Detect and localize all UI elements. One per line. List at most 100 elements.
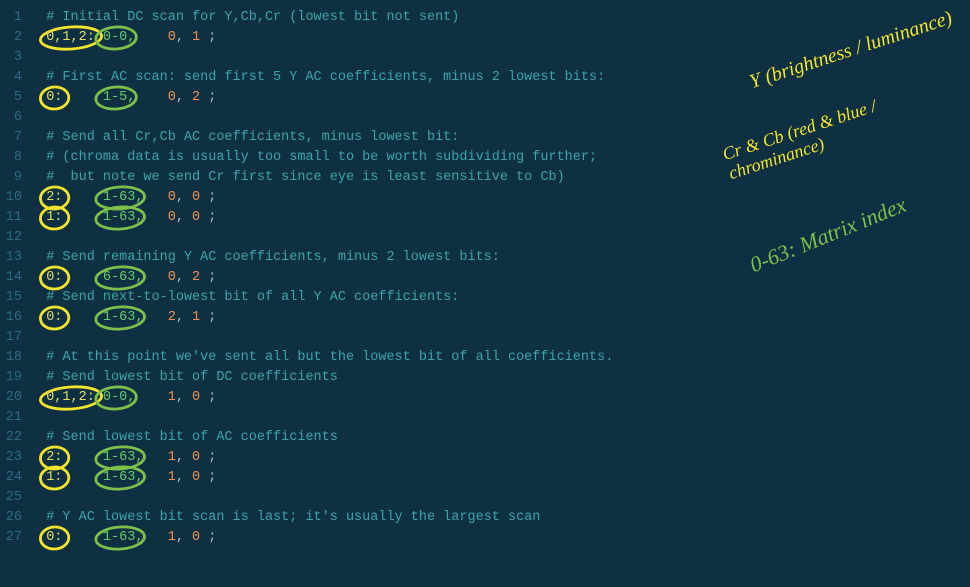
- coefficient-range: 1-63,: [103, 470, 168, 485]
- bit-param-a: 0: [168, 210, 176, 225]
- code-line: 8 # (chroma data is usually too small to…: [0, 148, 720, 168]
- code-content: 0: 1-5, 0, 2 ;: [30, 88, 216, 108]
- statement-end: ;: [200, 270, 216, 285]
- bit-param-b: 1: [192, 310, 200, 325]
- line-number: 2: [0, 28, 30, 48]
- code-line: 4 # First AC scan: send first 5 Y AC coe…: [0, 68, 720, 88]
- line-number: 24: [0, 468, 30, 488]
- component-list: 0:: [30, 90, 103, 105]
- line-number: 10: [0, 188, 30, 208]
- coefficient-range: 1-63,: [103, 210, 168, 225]
- line-number: 17: [0, 328, 30, 348]
- code-line: 16 0: 1-63, 2, 1 ;: [0, 308, 720, 328]
- bit-param-a: 1: [168, 530, 176, 545]
- line-number: 20: [0, 388, 30, 408]
- code-content: 2: 1-63, 1, 0 ;: [30, 448, 216, 468]
- code-line: 23 2: 1-63, 1, 0 ;: [0, 448, 720, 468]
- code-line: 15 # Send next-to-lowest bit of all Y AC…: [0, 288, 720, 308]
- code-line: 20 0,1,2: 0-0, 1, 0 ;: [0, 388, 720, 408]
- coefficient-range: 1-63,: [103, 450, 168, 465]
- statement-end: ;: [200, 30, 216, 45]
- component-list: 0:: [30, 530, 103, 545]
- coefficient-range: 1-5,: [103, 90, 168, 105]
- annotation-matrix-index: 0-63: Matrix index: [747, 195, 909, 276]
- component-list: 0,1,2:: [30, 30, 103, 45]
- comment-text: # but note we send Cr first since eye is…: [30, 170, 565, 185]
- bit-param-a: 0: [168, 30, 176, 45]
- code-content: 0: 1-63, 2, 1 ;: [30, 308, 216, 328]
- code-content: # but note we send Cr first since eye is…: [30, 168, 565, 188]
- bit-param-b: 0: [192, 210, 200, 225]
- code-content: 0: 1-63, 1, 0 ;: [30, 528, 216, 548]
- statement-end: ;: [200, 390, 216, 405]
- line-number: 15: [0, 288, 30, 308]
- code-line: 26 # Y AC lowest bit scan is last; it's …: [0, 508, 720, 528]
- code-line: 24 1: 1-63, 1, 0 ;: [0, 468, 720, 488]
- separator: ,: [176, 30, 192, 45]
- comment-text: # Send all Cr,Cb AC coefficients, minus …: [30, 130, 459, 145]
- code-line: 18 # At this point we've sent all but th…: [0, 348, 720, 368]
- line-number: 11: [0, 208, 30, 228]
- code-line: 1 # Initial DC scan for Y,Cb,Cr (lowest …: [0, 8, 720, 28]
- bit-param-b: 2: [192, 90, 200, 105]
- code-line: 5 0: 1-5, 0, 2 ;: [0, 88, 720, 108]
- code-line: 10 2: 1-63, 0, 0 ;: [0, 188, 720, 208]
- statement-end: ;: [200, 90, 216, 105]
- code-content: # At this point we've sent all but the l…: [30, 348, 613, 368]
- comment-text: # First AC scan: send first 5 Y AC coeff…: [30, 70, 605, 85]
- statement-end: ;: [200, 210, 216, 225]
- code-line: 22 # Send lowest bit of AC coefficients: [0, 428, 720, 448]
- separator: ,: [176, 310, 192, 325]
- component-list: 2:: [30, 450, 103, 465]
- code-content: # Send all Cr,Cb AC coefficients, minus …: [30, 128, 459, 148]
- code-line: 13 # Send remaining Y AC coefficients, m…: [0, 248, 720, 268]
- comment-text: # Y AC lowest bit scan is last; it's usu…: [30, 510, 540, 525]
- line-number: 3: [0, 48, 30, 68]
- bit-param-a: 0: [168, 270, 176, 285]
- code-content: # Send next-to-lowest bit of all Y AC co…: [30, 288, 459, 308]
- line-number: 16: [0, 308, 30, 328]
- line-number: 23: [0, 448, 30, 468]
- coefficient-range: 1-63,: [103, 530, 168, 545]
- bit-param-a: 2: [168, 310, 176, 325]
- bit-param-a: 0: [168, 190, 176, 205]
- line-number: 8: [0, 148, 30, 168]
- coefficient-range: 1-63,: [103, 310, 168, 325]
- line-number: 18: [0, 348, 30, 368]
- bit-param-a: 0: [168, 90, 176, 105]
- line-number: 4: [0, 68, 30, 88]
- code-line: 2 0,1,2: 0-0, 0, 1 ;: [0, 28, 720, 48]
- code-editor: 1 # Initial DC scan for Y,Cb,Cr (lowest …: [0, 8, 720, 548]
- separator: ,: [176, 210, 192, 225]
- comment-text: # At this point we've sent all but the l…: [30, 350, 613, 365]
- statement-end: ;: [200, 310, 216, 325]
- bit-param-b: 0: [192, 450, 200, 465]
- separator: ,: [176, 530, 192, 545]
- line-number: 12: [0, 228, 30, 248]
- separator: ,: [176, 470, 192, 485]
- code-content: 0,1,2: 0-0, 1, 0 ;: [30, 388, 216, 408]
- statement-end: ;: [200, 190, 216, 205]
- statement-end: ;: [200, 450, 216, 465]
- separator: ,: [176, 90, 192, 105]
- component-list: 1:: [30, 210, 103, 225]
- code-line: 3: [0, 48, 720, 68]
- comment-text: # (chroma data is usually too small to b…: [30, 150, 597, 165]
- code-line: 14 0: 6-63, 0, 2 ;: [0, 268, 720, 288]
- code-content: # Send lowest bit of AC coefficients: [30, 428, 338, 448]
- bit-param-a: 1: [168, 390, 176, 405]
- code-content: 1: 1-63, 0, 0 ;: [30, 208, 216, 228]
- coefficient-range: 0-0,: [103, 390, 168, 405]
- line-number: 1: [0, 8, 30, 28]
- code-line: 6: [0, 108, 720, 128]
- line-number: 5: [0, 88, 30, 108]
- component-list: 2:: [30, 190, 103, 205]
- comment-text: # Send lowest bit of AC coefficients: [30, 430, 338, 445]
- code-line: 25: [0, 488, 720, 508]
- code-content: # Y AC lowest bit scan is last; it's usu…: [30, 508, 540, 528]
- code-content: # Initial DC scan for Y,Cb,Cr (lowest bi…: [30, 8, 459, 28]
- component-list: 1:: [30, 470, 103, 485]
- bit-param-b: 0: [192, 470, 200, 485]
- separator: ,: [176, 390, 192, 405]
- separator: ,: [176, 190, 192, 205]
